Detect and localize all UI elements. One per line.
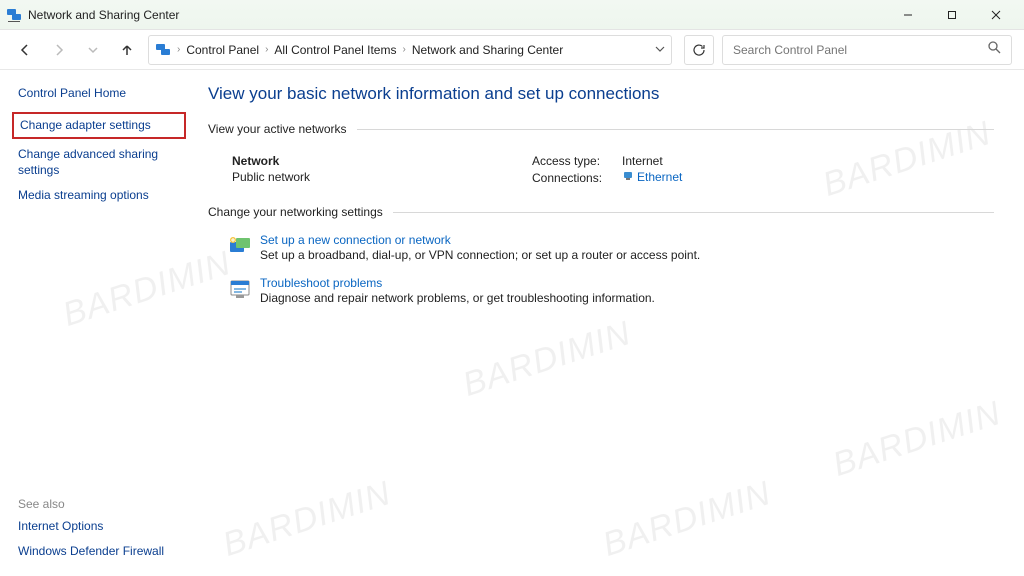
address-bar[interactable]: › Control Panel › All Control Panel Item… — [148, 35, 672, 65]
title-bar: Network and Sharing Center — [0, 0, 1024, 30]
sidebar: Control Panel Home Change adapter settin… — [0, 70, 200, 576]
breadcrumb-item[interactable]: Network and Sharing Center — [408, 43, 567, 57]
section-change-settings: Change your networking settings — [208, 205, 994, 219]
search-icon — [987, 40, 1001, 59]
nav-up-button[interactable] — [114, 37, 140, 63]
sidebar-link-internet-options[interactable]: Internet Options — [18, 519, 186, 535]
chevron-right-icon: › — [400, 44, 407, 55]
close-button[interactable] — [974, 1, 1018, 29]
search-input[interactable] — [733, 43, 987, 57]
sidebar-link-media-streaming[interactable]: Media streaming options — [18, 188, 186, 204]
chevron-down-icon[interactable] — [655, 41, 665, 59]
app-icon — [6, 7, 22, 23]
nav-forward-button[interactable] — [46, 37, 72, 63]
sidebar-link-change-advanced[interactable]: Change advanced sharing settings — [18, 147, 186, 178]
option-troubleshoot[interactable]: Troubleshoot problems Diagnose and repai… — [208, 272, 994, 315]
minimize-button[interactable] — [886, 1, 930, 29]
section-label: View your active networks — [208, 122, 347, 136]
setup-connection-icon — [226, 233, 254, 261]
divider — [357, 129, 994, 130]
page-title: View your basic network information and … — [208, 84, 994, 104]
sidebar-link-defender-firewall[interactable]: Windows Defender Firewall — [18, 544, 186, 560]
nav-bar: › Control Panel › All Control Panel Item… — [0, 30, 1024, 70]
window-title: Network and Sharing Center — [28, 8, 886, 22]
connections-value: Ethernet — [637, 170, 682, 184]
option-desc: Set up a broadband, dial-up, or VPN conn… — [260, 248, 700, 262]
section-label: Change your networking settings — [208, 205, 383, 219]
address-bar-icon — [155, 42, 171, 58]
troubleshoot-icon — [226, 276, 254, 304]
sidebar-link-home[interactable]: Control Panel Home — [18, 86, 186, 102]
option-title: Set up a new connection or network — [260, 233, 700, 247]
ethernet-icon — [622, 170, 634, 185]
connections-label: Connections: — [532, 171, 622, 185]
search-box[interactable] — [722, 35, 1012, 65]
refresh-button[interactable] — [684, 35, 714, 65]
divider — [393, 212, 994, 213]
option-setup-connection[interactable]: Set up a new connection or network Set u… — [208, 229, 994, 272]
breadcrumb-item[interactable]: All Control Panel Items — [270, 43, 400, 57]
see-also-label: See also — [18, 497, 186, 511]
nav-back-button[interactable] — [12, 37, 38, 63]
maximize-button[interactable] — [930, 1, 974, 29]
sidebar-link-change-adapter[interactable]: Change adapter settings — [12, 112, 186, 140]
active-network-block: Network Public network Access type: Inte… — [208, 146, 994, 205]
content-pane: View your basic network information and … — [200, 70, 1024, 576]
section-active-networks: View your active networks — [208, 122, 994, 136]
option-desc: Diagnose and repair network problems, or… — [260, 291, 655, 305]
access-type-label: Access type: — [532, 154, 622, 168]
chevron-right-icon: › — [263, 44, 270, 55]
breadcrumb-item[interactable]: Control Panel — [182, 43, 263, 57]
chevron-right-icon: › — [175, 44, 182, 55]
access-type-value: Internet — [622, 154, 682, 168]
network-name: Network — [232, 154, 532, 168]
connections-link[interactable]: Ethernet — [622, 170, 682, 185]
network-type: Public network — [232, 170, 532, 184]
window-controls — [886, 1, 1018, 29]
option-title: Troubleshoot problems — [260, 276, 655, 290]
nav-recent-button[interactable] — [80, 37, 106, 63]
